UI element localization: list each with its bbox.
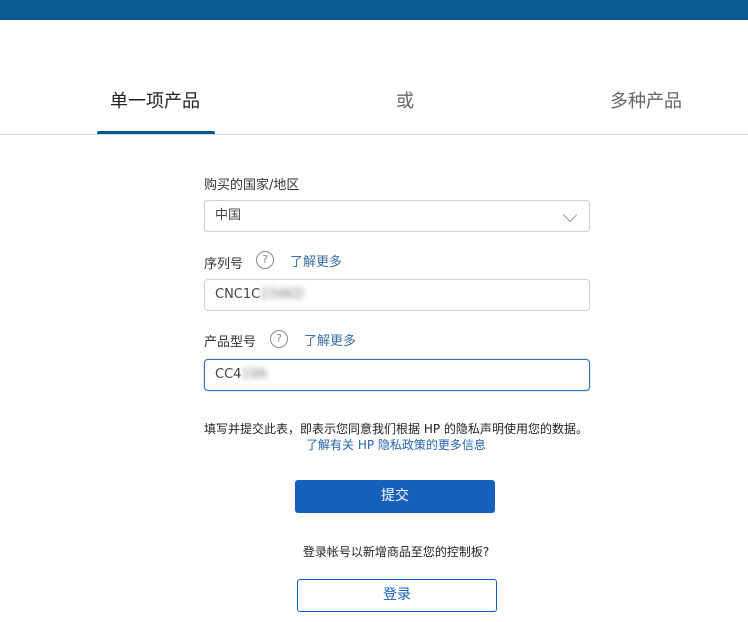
product-model-input[interactable]: CC419A	[204, 359, 590, 391]
login-button[interactable]: 登录	[297, 579, 497, 612]
tab-separator-or: 或	[396, 91, 414, 112]
serial-learn-more-link[interactable]: 了解更多	[290, 251, 342, 270]
serial-value-redacted: 234KD	[260, 287, 304, 302]
serial-value-visible: CNC1C	[215, 287, 261, 302]
login-prompt-text: 登录帐号以新增商品至您的控制板?	[302, 545, 490, 559]
model-learn-more-link[interactable]: 了解更多	[304, 330, 356, 349]
model-help-icon[interactable]: ?	[270, 330, 288, 348]
tab-single-product[interactable]: 单一项产品	[110, 88, 200, 116]
privacy-policy-link[interactable]: 了解有关 HP 隐私政策的更多信息	[0, 436, 748, 453]
country-selected-value: 中国	[215, 208, 242, 223]
serial-number-input[interactable]: CNC1C234KD	[204, 279, 590, 311]
country-label: 购买的国家/地区	[204, 178, 300, 193]
submit-button[interactable]: 提交	[295, 480, 495, 513]
model-value-redacted: 19A	[241, 367, 267, 382]
privacy-consent-text: 填写并提交此表，即表示您同意我们根据 HP 的隐私声明使用您的数据。	[204, 422, 588, 436]
product-model-label: 产品型号	[204, 335, 257, 350]
chevron-down-icon	[562, 207, 578, 223]
serial-number-label: 序列号	[204, 257, 244, 272]
serial-help-icon[interactable]: ?	[256, 251, 274, 269]
tabs-divider	[0, 134, 748, 135]
warranty-check-page: 单一项产品 或 多种产品 购买的国家/地区 中国 序列号 ? 了解更多 CNC1…	[0, 0, 748, 622]
top-banner	[0, 0, 748, 20]
model-value-visible: CC4	[215, 367, 242, 382]
tab-multiple-products[interactable]: 多种产品	[610, 88, 682, 116]
country-select[interactable]: 中国	[204, 200, 590, 232]
